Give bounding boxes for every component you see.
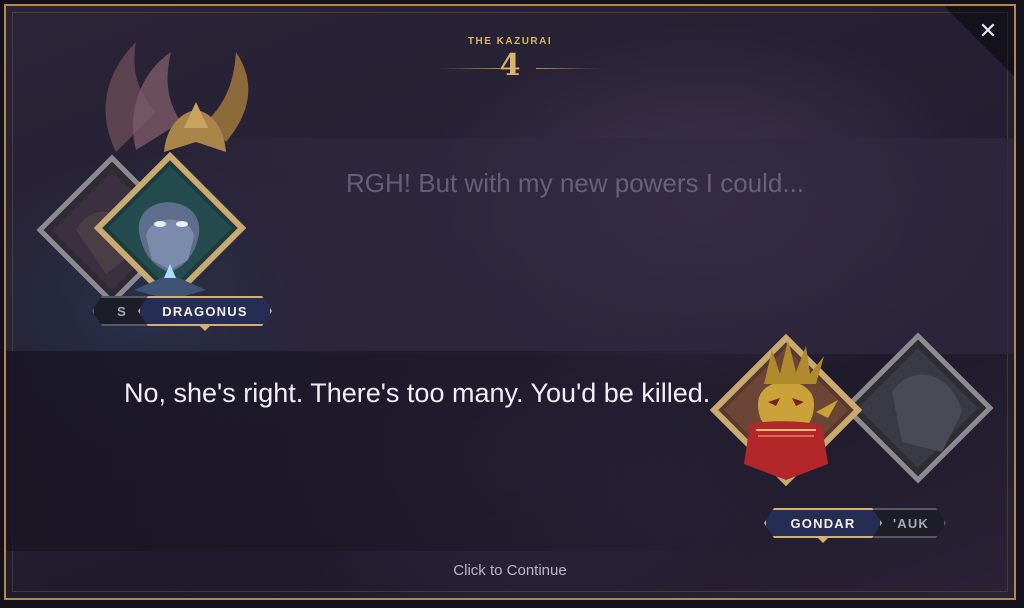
speaker-name-gondar: GONDAR bbox=[790, 515, 856, 531]
portrait-right-back bbox=[842, 332, 994, 484]
speaker-tag-gondar: GONDAR bbox=[764, 508, 882, 538]
close-button[interactable]: ✕ bbox=[976, 20, 1000, 44]
gondar-hair-art bbox=[764, 340, 824, 384]
speaker-tag-pointer-right bbox=[816, 536, 830, 543]
portrait-dragonus bbox=[94, 152, 246, 304]
speaker-name-dragonus: DRAGONUS bbox=[162, 303, 248, 319]
previous-dialogue-line: RGH! But with my new powers I could... bbox=[346, 168, 805, 198]
dialogue-window[interactable]: THE KAZURAI 4 ✕ S DRAGONUS 'AUK GONDAR R… bbox=[4, 4, 1016, 600]
speaker-tag-dragonus: DRAGONUS bbox=[138, 296, 272, 326]
dragonus-headdress-art bbox=[105, 42, 249, 152]
click-to-continue[interactable]: Click to Continue bbox=[6, 562, 1014, 579]
current-dialogue-line: No, she's right. There's too many. You'd… bbox=[124, 378, 711, 408]
speaker-name-right-back: 'AUK bbox=[892, 515, 930, 531]
speaker-tag-pointer-left bbox=[198, 324, 212, 331]
speaker-name-left-back: S bbox=[117, 303, 127, 319]
